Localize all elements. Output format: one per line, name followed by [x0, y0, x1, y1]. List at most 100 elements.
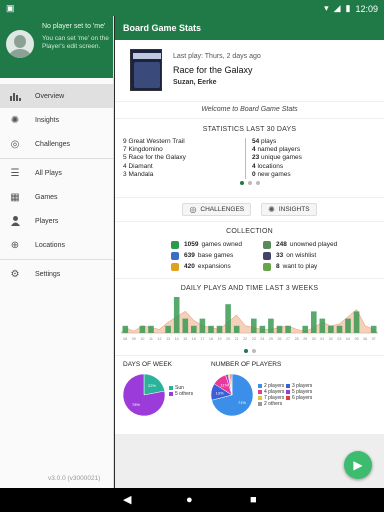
x-tick-label: 24 — [260, 337, 264, 341]
recents-icon[interactable]: ■ — [250, 494, 257, 506]
list-icon: ☰ — [10, 167, 20, 179]
notification-icon: ▣ — [6, 3, 15, 13]
nav-item-overview[interactable]: Overview — [0, 84, 113, 108]
x-tick-label: 14 — [175, 337, 179, 341]
page-dot[interactable] — [239, 181, 244, 186]
app-bar: Board Game Stats — [115, 16, 384, 40]
players-title: NUMBER OF PLAYERS — [211, 361, 282, 368]
collection-row: 33 on wishlist — [263, 250, 355, 261]
plays-bar — [259, 325, 266, 333]
x-tick-label: 01 — [320, 337, 324, 341]
page-dot[interactable] — [251, 349, 256, 353]
location-icon: ⊕ — [10, 239, 20, 251]
collection-row: 1059 games owned — [171, 239, 263, 250]
main-content: Board Game Stats Last play: Thurs, 2 day… — [115, 16, 384, 488]
plays-bar — [208, 325, 214, 333]
players-pie: 71% 13% 11% — [210, 373, 254, 417]
x-tick-label: 28 — [295, 337, 299, 341]
last-play-players: Suzan, Eerke — [173, 79, 217, 86]
nav-item-challenges[interactable]: ◎ Challenges — [0, 132, 113, 156]
plays-bar — [216, 325, 223, 333]
avatar[interactable] — [6, 30, 34, 58]
x-tick-label: 12 — [158, 337, 162, 341]
version-label: v3.0.0 (v3000021) — [48, 475, 101, 482]
collection-label: want to play — [282, 263, 318, 270]
page-dot[interactable] — [247, 181, 252, 186]
plays-bar — [225, 304, 231, 333]
list-item: 9 Great Western Trail — [123, 138, 185, 145]
x-tick-label: 11 — [149, 337, 153, 341]
plays-bar — [345, 318, 351, 333]
x-tick-label: 15 — [183, 337, 187, 341]
last-play-card[interactable]: Last play: Thurs, 2 days ago Race for th… — [115, 40, 384, 101]
divider — [0, 259, 113, 260]
system-nav-bar: ◀ ● ■ — [0, 488, 384, 512]
page-title: Board Game Stats — [123, 23, 202, 33]
nav-item-players[interactable]: Players — [0, 209, 113, 233]
days-of-week-title: DAYS OF WEEK — [123, 361, 172, 368]
nav-item-label: All Plays — [35, 169, 62, 177]
pie-charts-card[interactable]: DAYS OF WEEK 22% 78% Sun 5 others NUMBER O… — [115, 356, 384, 434]
nav-item-label: Locations — [35, 241, 65, 249]
plays-bar — [251, 318, 257, 333]
x-tick-label: 26 — [278, 337, 282, 341]
list-item: 54 plays — [252, 138, 277, 145]
plays-bar — [302, 325, 308, 333]
legend-swatch — [169, 392, 173, 396]
collection-row: 639 base games — [171, 250, 263, 261]
battery-icon: ▮ — [345, 3, 351, 13]
collection-card[interactable]: COLLECTION 1059 games owned 639 base games 4… — [115, 222, 384, 278]
plays-bar — [311, 311, 317, 333]
nav-item-insights[interactable]: ✺ Insights — [0, 108, 113, 132]
collection-title: COLLECTION — [226, 228, 273, 235]
gear-icon: ⚙ — [10, 268, 20, 280]
plays-bar — [199, 318, 206, 333]
pie-slice-label: 71% — [238, 400, 246, 405]
list-item: 3 Mandala — [123, 170, 154, 178]
totals-list: 54 plays 4 named players 23 unique games… — [246, 138, 302, 179]
navigation-drawer: No player set to 'me' You can set 'me' o… — [0, 16, 114, 488]
nav-item-label: Overview — [35, 92, 65, 100]
list-item: 0 new games — [252, 170, 291, 178]
days-of-week-legend: Sun 5 others — [169, 385, 193, 397]
back-icon[interactable]: ◀ — [123, 494, 131, 506]
collection-label: unowned played — [289, 241, 338, 248]
page-indicator — [115, 181, 384, 186]
welcome-banner: Welcome to Board Game Stats — [115, 102, 384, 118]
plays-bar — [328, 325, 334, 333]
legend-label: 6 players — [292, 395, 313, 401]
collection-icon — [263, 240, 271, 249]
collection-icon — [171, 262, 179, 271]
play-fab-button[interactable]: ▶ — [344, 451, 372, 479]
nav-item-games[interactable]: ▦ Games — [0, 185, 113, 209]
daily-plays-card[interactable]: DAILY PLAYS AND TIME LAST 3 WEEKS 08 09 10… — [115, 279, 384, 355]
challenges-button[interactable]: ◎ CHALLENGES — [182, 203, 252, 216]
legend-swatch — [286, 396, 290, 400]
legend-item: 5 others — [169, 391, 193, 397]
status-bar: ▣ ▾ ◢ ▮ 12:09 — [0, 0, 384, 16]
stats-card[interactable]: STATISTICS LAST 30 DAYS 9 Great Western … — [115, 119, 384, 197]
plays-bar — [268, 318, 274, 333]
bar-chart-icon — [9, 90, 21, 102]
x-tick-label: 22 — [243, 337, 247, 341]
page-dot[interactable] — [255, 181, 260, 186]
page-dot[interactable] — [243, 349, 248, 353]
insights-button[interactable]: ✺ INSIGHTS — [261, 203, 317, 216]
grid-icon: ▦ — [10, 191, 20, 203]
collection-count: 420 — [184, 263, 195, 270]
pie-slice-label: 22% — [148, 383, 156, 388]
nav-item-locations[interactable]: ⊕ Locations — [0, 233, 113, 257]
x-tick-label: 17 — [200, 337, 204, 341]
nav-item-all-plays[interactable]: ☰ All Plays — [0, 161, 113, 185]
collection-label: expansions — [197, 263, 231, 270]
lightbulb-icon: ✺ — [268, 205, 275, 214]
x-tick-label: 23 — [252, 337, 256, 341]
nav-item-settings[interactable]: ⚙ Settings — [0, 262, 113, 286]
nav-item-label: Insights — [35, 116, 60, 124]
drawer-header-hint: You can set 'me' on the Player's edit sc… — [42, 35, 109, 50]
legend-swatch — [258, 396, 262, 400]
home-icon[interactable]: ● — [186, 494, 193, 506]
daily-plays-chart: 08 09 10 11 12 13 14 15 16 17 18 19 20 21 22 23 24 25 26 27… — [121, 297, 378, 341]
top-games-list: 9 Great Western Trail 7 Kingdomino 5 Rac… — [115, 138, 246, 180]
drawer-header: No player set to 'me' You can set 'me' o… — [0, 16, 113, 78]
